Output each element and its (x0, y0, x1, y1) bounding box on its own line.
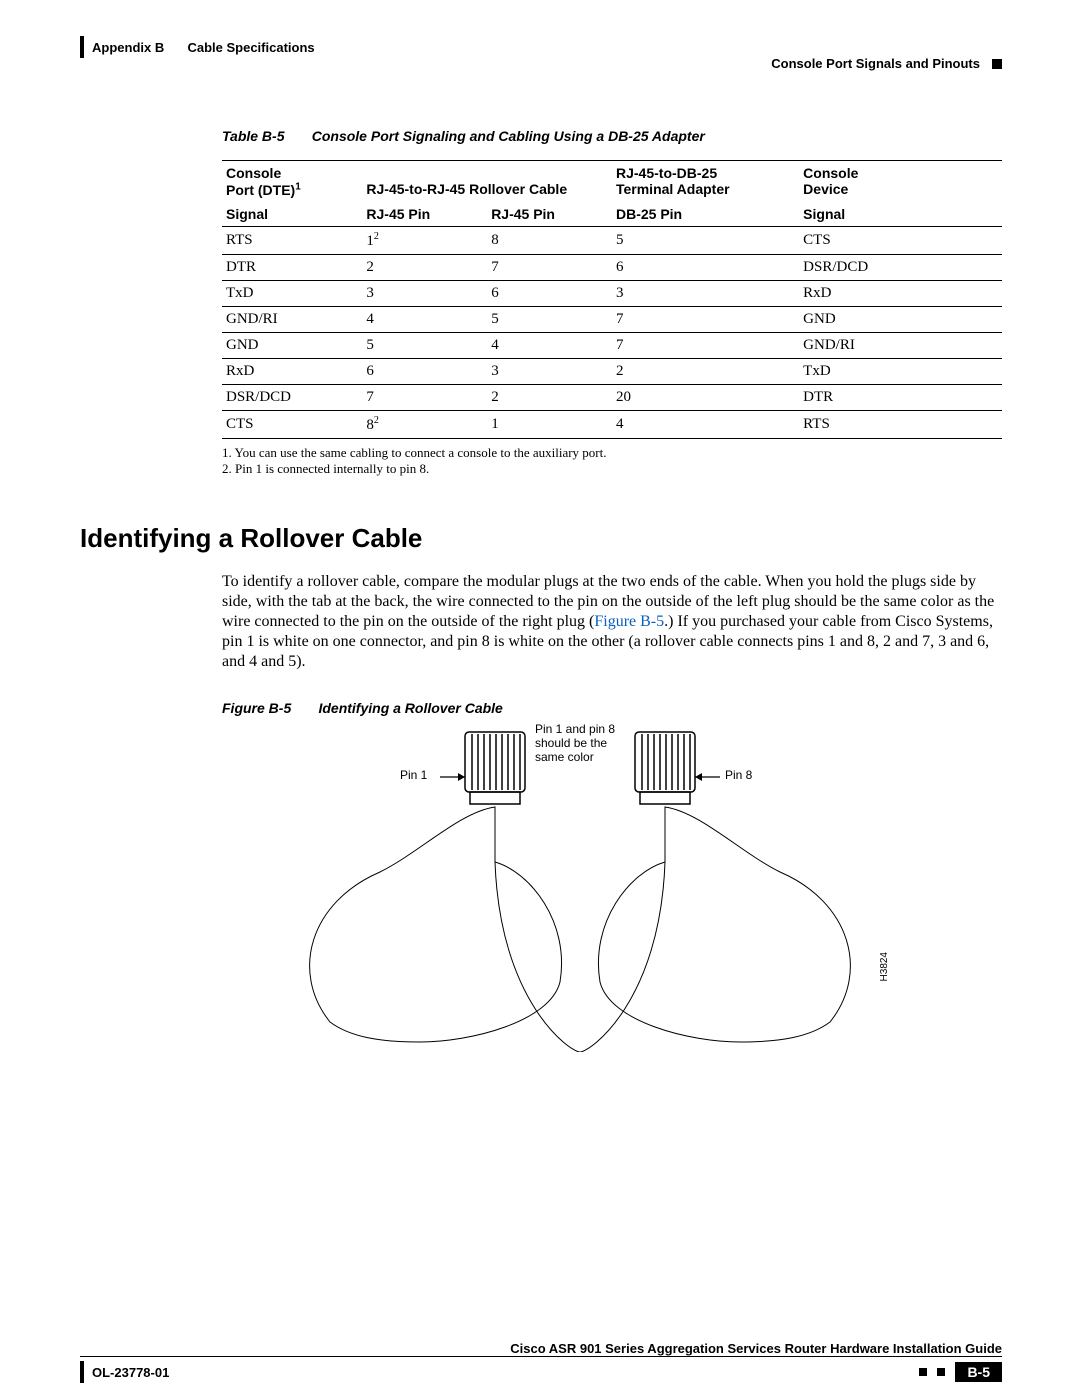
note-line1: Pin 1 and pin 8 (535, 722, 615, 736)
page-number: B-5 (955, 1362, 1002, 1382)
th-port-dte: Port (DTE)1 (226, 182, 301, 198)
figure-illustration: Pin 1 Pin 8 Pin 1 and pin 8 should be th… (270, 722, 890, 1052)
table-row: RxD632TxD (222, 358, 1002, 384)
table-caption: Table B-5 Console Port Signaling and Cab… (222, 128, 1002, 144)
th-deva: Console (803, 165, 858, 181)
table-row: TxD363RxD (222, 280, 1002, 306)
section-paragraph: To identify a rollover cable, compare th… (222, 572, 1002, 672)
rollover-cable-svg (270, 722, 890, 1052)
th2-db25: DB-25 Pin (612, 202, 799, 227)
table-row: RTS1285CTS (222, 226, 1002, 254)
pin8-label: Pin 8 (725, 768, 752, 782)
figure-label: Figure B-5 (222, 700, 291, 716)
footer-rule (80, 1356, 1002, 1357)
footer-guide-title: Cisco ASR 901 Series Aggregation Service… (80, 1341, 1002, 1356)
table-footnotes: 1. You can use the same cabling to conne… (222, 445, 1002, 477)
footer-dot2 (937, 1368, 945, 1376)
th-rollover: RJ-45-to-RJ-45 Rollover Cable (366, 181, 567, 197)
figure-reference-link[interactable]: Figure B-5 (594, 613, 664, 630)
note-line2: should be the (535, 736, 607, 750)
figure-title: Identifying a Rollover Cable (318, 700, 502, 716)
footer-dot1 (919, 1368, 927, 1376)
table-label: Table B-5 (222, 128, 285, 144)
figure-caption: Figure B-5 Identifying a Rollover Cable (222, 700, 1002, 716)
footer: Cisco ASR 901 Series Aggregation Service… (80, 1341, 1002, 1383)
footer-right: B-5 (919, 1362, 1002, 1382)
table-row: DTR276DSR/DCD (222, 254, 1002, 280)
th-db25a: RJ-45-to-DB-25 (616, 165, 717, 181)
figure-id: H3824 (879, 952, 890, 981)
th2-rj45b: RJ-45 Pin (487, 202, 612, 227)
th2-signal2: Signal (799, 202, 1002, 227)
section-heading: Identifying a Rollover Cable (80, 523, 1002, 554)
appendix-title: Cable Specifications (187, 40, 314, 55)
page: Appendix B Cable Specifications Console … (0, 0, 1080, 1397)
th-devb: Device (803, 181, 848, 197)
header-square-icon (992, 59, 1002, 69)
footnote-2: 2. Pin 1 is connected internally to pin … (222, 461, 1002, 477)
running-header-left: Appendix B Cable Specifications (80, 36, 1002, 58)
pinout-table: Console Port (DTE)1 RJ-45-to-RJ-45 Rollo… (222, 160, 1002, 439)
running-header-right: Console Port Signals and Pinouts (771, 56, 1002, 71)
table-row: DSR/DCD7220DTR (222, 384, 1002, 410)
pin1-label: Pin 1 (400, 768, 427, 782)
table-row: GND/RI457GND (222, 306, 1002, 332)
footer-tick (80, 1361, 84, 1383)
table-row: GND547GND/RI (222, 332, 1002, 358)
table-title: Console Port Signaling and Cabling Using… (312, 128, 705, 144)
footnote-1: 1. You can use the same cabling to conne… (222, 445, 1002, 461)
content-area: Table B-5 Console Port Signaling and Cab… (80, 128, 1002, 1052)
th-console: Console (226, 165, 281, 181)
header-tick (80, 36, 84, 58)
th2-signal: Signal (222, 202, 362, 227)
appendix-label: Appendix B (92, 40, 164, 55)
note-line3: same color (535, 750, 594, 764)
section-title-right: Console Port Signals and Pinouts (771, 56, 980, 71)
table-row: CTS8214RTS (222, 410, 1002, 438)
th2-rj45a: RJ-45 Pin (362, 202, 487, 227)
th-db25b: Terminal Adapter (616, 181, 730, 197)
footer-doc-id: OL-23778-01 (80, 1361, 169, 1383)
